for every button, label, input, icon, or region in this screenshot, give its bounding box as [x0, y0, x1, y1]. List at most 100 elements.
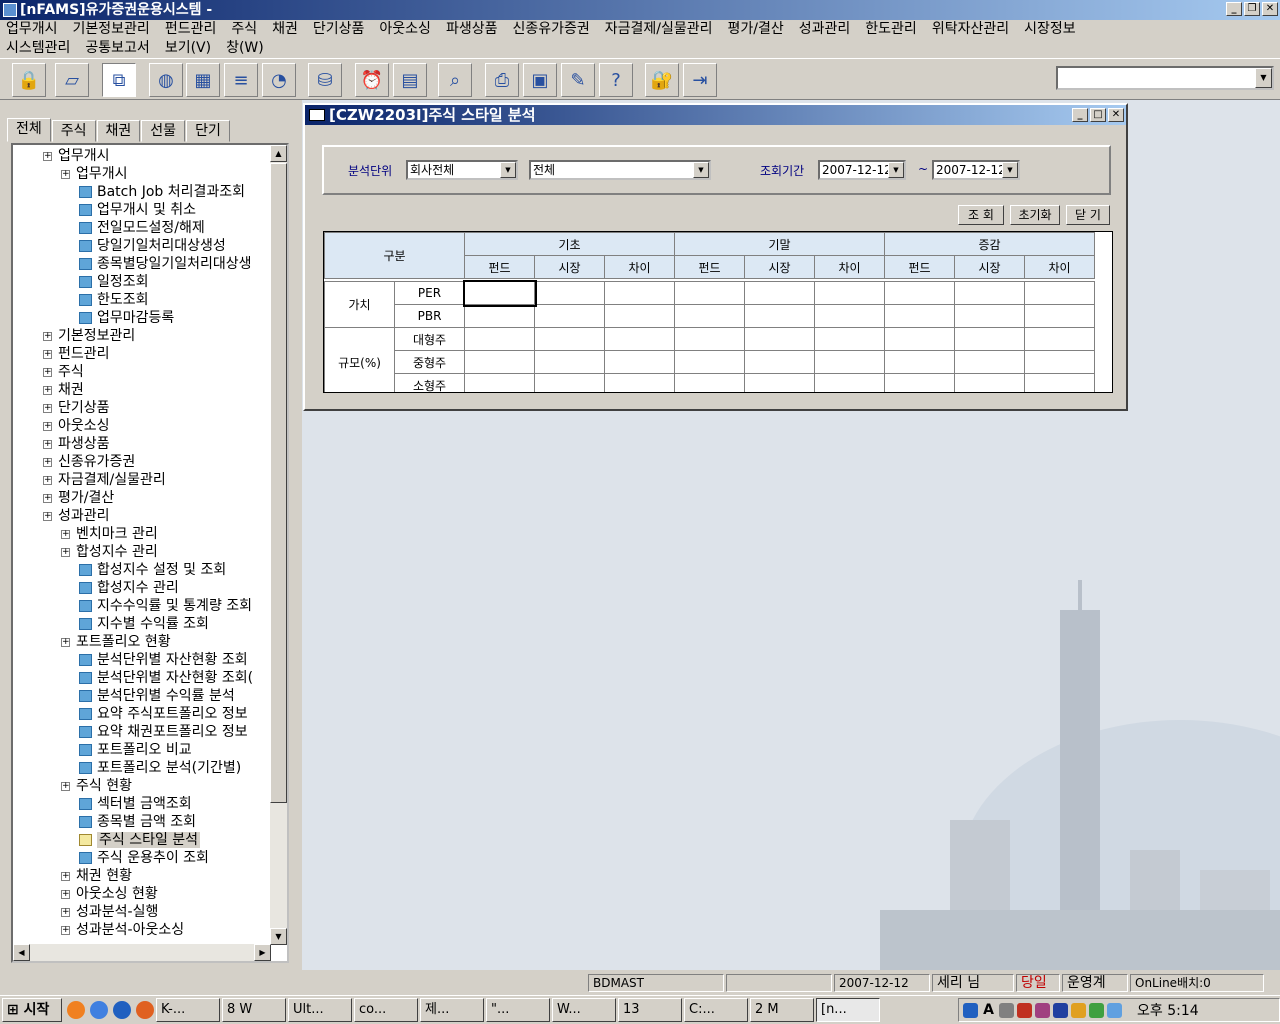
date-to-field[interactable]: 2007-12-12 ▼ — [932, 160, 1020, 180]
chevron-down-icon[interactable]: ▼ — [1002, 162, 1018, 178]
expand-icon[interactable]: + — [43, 421, 52, 431]
chart-icon[interactable]: ▦ — [186, 63, 220, 97]
grid-cell[interactable] — [1024, 304, 1095, 328]
menu-item[interactable]: 시스템관리 — [6, 39, 70, 58]
child-minimize-button[interactable]: _ — [1072, 108, 1088, 122]
grid-cell[interactable] — [674, 281, 745, 305]
nav-tab[interactable]: 단기 — [186, 120, 230, 142]
scroll-left-icon[interactable]: ◀ — [13, 944, 30, 961]
menu-item[interactable]: 업무개시 — [6, 20, 58, 39]
chevron-down-icon[interactable]: ▼ — [1255, 68, 1272, 88]
globe-icon[interactable]: ◍ — [149, 63, 183, 97]
grid-cell[interactable] — [884, 281, 955, 305]
taskbar-button[interactable]: co... — [354, 998, 418, 1022]
tray-icon[interactable] — [1053, 1002, 1068, 1018]
exit-icon[interactable]: ⇥ — [683, 63, 717, 97]
expand-icon[interactable]: + — [43, 493, 52, 503]
grid-cell[interactable] — [814, 350, 885, 374]
tree-item[interactable]: + 성과분석-실행 — [61, 903, 158, 921]
taskbar-button[interactable]: K-... — [156, 998, 220, 1022]
menu-item[interactable]: 보기(V) — [165, 39, 211, 58]
grid-cell[interactable] — [674, 327, 745, 351]
menu-item[interactable]: 단기상품 — [313, 20, 365, 39]
expand-icon[interactable]: + — [43, 151, 52, 161]
tree-vertical-scrollbar[interactable]: ▲ ▼ — [270, 145, 287, 945]
taskbar-button[interactable]: 13 — [618, 998, 682, 1022]
scope-select[interactable]: 전체 ▼ — [529, 160, 711, 180]
taskbar-button[interactable]: "... — [486, 998, 550, 1022]
memo-icon[interactable]: ✎ — [561, 63, 595, 97]
nav-tab[interactable]: 채권 — [96, 120, 141, 142]
expand-icon[interactable]: + — [61, 871, 70, 881]
tree-item[interactable]: 지수별 수익률 조회 — [79, 615, 209, 633]
close-window-button[interactable]: 닫 기 — [1066, 205, 1110, 225]
grid-cell[interactable] — [534, 373, 605, 392]
scroll-right-icon[interactable]: ▶ — [254, 944, 271, 961]
grid-cell[interactable] — [534, 327, 605, 351]
tray-icon[interactable] — [1017, 1002, 1032, 1018]
window-icon[interactable]: ⧉ — [102, 63, 136, 97]
tree-item[interactable]: + 주식 — [43, 363, 84, 381]
search-icon[interactable]: ⌕ — [438, 63, 472, 97]
expand-icon[interactable]: + — [61, 547, 70, 557]
menu-item[interactable]: 평가/결산 — [728, 20, 784, 39]
lock-user-icon[interactable]: 🔒 — [12, 63, 46, 97]
grid-cell[interactable] — [604, 373, 675, 392]
tree-item[interactable]: + 채권 — [43, 381, 84, 399]
grid-cell[interactable] — [1024, 373, 1095, 392]
tray-icon[interactable] — [1035, 1002, 1050, 1018]
stack-icon[interactable]: ≡ — [224, 63, 258, 97]
grid-cell[interactable] — [814, 281, 885, 305]
tray-icon[interactable] — [1071, 1002, 1086, 1018]
grid-cell[interactable] — [814, 304, 885, 328]
expand-icon[interactable]: + — [61, 637, 70, 647]
clock-doc-icon[interactable]: ◔ — [262, 63, 296, 97]
grid-cell[interactable] — [604, 327, 675, 351]
grid-cell[interactable] — [534, 304, 605, 328]
grid-cell[interactable] — [744, 350, 815, 374]
menu-item[interactable]: 위탁자산관리 — [932, 20, 1009, 39]
reset-button[interactable]: 초기화 — [1010, 205, 1060, 225]
browser-icon[interactable] — [136, 1001, 154, 1019]
start-button[interactable]: ⊞ 시작 — [2, 998, 62, 1022]
tree-item[interactable]: + 단기상품 — [43, 399, 110, 417]
menu-item[interactable]: 창(W) — [226, 39, 264, 58]
firefox-icon[interactable] — [67, 1001, 85, 1019]
tree-item[interactable]: 업무마감등록 — [79, 309, 174, 327]
scroll-down-icon[interactable]: ▼ — [270, 928, 287, 945]
tree-item[interactable]: 지수수익률 및 통계량 조회 — [79, 597, 252, 615]
expand-icon[interactable]: + — [61, 529, 70, 539]
tree-item[interactable]: 일정조회 — [79, 273, 149, 291]
expand-icon[interactable]: + — [61, 925, 70, 935]
tree-item[interactable]: + 아웃소싱 현황 — [61, 885, 158, 903]
expand-icon[interactable]: + — [43, 403, 52, 413]
help-icon[interactable]: ? — [599, 63, 633, 97]
menu-item[interactable]: 한도관리 — [865, 20, 917, 39]
tree-item[interactable]: 전일모드설정/해제 — [79, 219, 205, 237]
grid-cell[interactable] — [884, 373, 955, 392]
grid-cell[interactable] — [884, 327, 955, 351]
taskbar-button[interactable]: 2 M — [750, 998, 814, 1022]
lock-icon[interactable]: 🔐 — [645, 63, 679, 97]
tree-item[interactable]: 요약 주식포트폴리오 정보 — [79, 705, 248, 723]
taskbar-button[interactable]: Ult... — [288, 998, 352, 1022]
date-from-field[interactable]: 2007-12-12 ▼ — [818, 160, 906, 180]
tree-item[interactable]: + 아웃소싱 — [43, 417, 110, 435]
notes-icon[interactable]: ▤ — [393, 63, 427, 97]
restore-button[interactable]: ❐ — [1244, 2, 1260, 16]
grid-cell[interactable] — [674, 373, 745, 392]
explorer-icon[interactable] — [90, 1001, 108, 1019]
menu-item[interactable]: 아웃소싱 — [379, 20, 431, 39]
expand-icon[interactable]: + — [61, 889, 70, 899]
grid-cell[interactable] — [534, 281, 605, 305]
grid-cell[interactable] — [744, 281, 815, 305]
expand-icon[interactable]: + — [43, 367, 52, 377]
menu-item[interactable]: 자금결제/실물관리 — [605, 20, 713, 39]
child-close-button[interactable]: ✕ — [1108, 108, 1124, 122]
grid-cell[interactable] — [954, 304, 1025, 328]
tree-item[interactable]: + 신종유가증권 — [43, 453, 135, 471]
tree-item[interactable]: 종목별 금액 조회 — [79, 813, 196, 831]
search-button[interactable]: 조 회 — [958, 205, 1004, 225]
tree-item[interactable]: 주식 스타일 분석 — [79, 831, 201, 849]
scroll-up-icon[interactable]: ▲ — [270, 145, 287, 162]
